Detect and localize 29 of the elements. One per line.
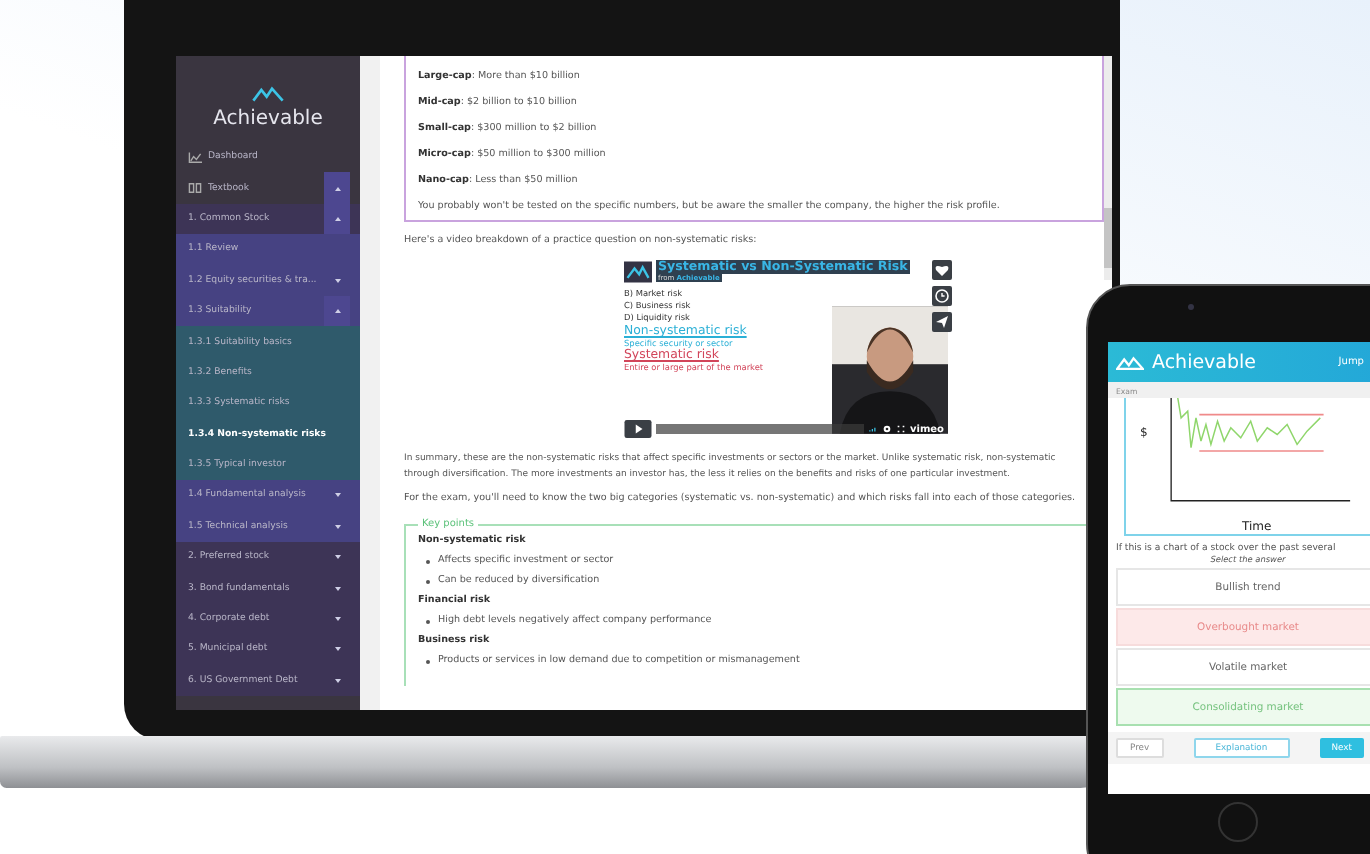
chevron-icon <box>333 277 341 284</box>
volume-icon[interactable] <box>867 424 878 434</box>
chevron-icon <box>333 554 341 561</box>
settings-icon[interactable] <box>881 424 892 434</box>
fullscreen-icon[interactable] <box>895 424 906 434</box>
brand-name: Achievable <box>213 108 323 130</box>
mountain-logo-icon <box>1116 353 1144 371</box>
chevron-icon <box>333 492 341 499</box>
clock-icon[interactable] <box>932 286 952 306</box>
chevron-icon <box>333 523 341 530</box>
brand-name: Achievable <box>1152 351 1259 373</box>
heart-icon[interactable] <box>932 260 952 280</box>
play-icon[interactable] <box>624 420 652 438</box>
chevron-icon <box>324 295 350 327</box>
progress-track[interactable] <box>656 424 864 434</box>
book-icon <box>188 182 202 195</box>
chevron-icon <box>333 677 341 684</box>
scrollbar[interactable] <box>1104 56 1112 280</box>
mountain-logo-icon <box>252 84 284 104</box>
video-player[interactable] <box>624 260 948 440</box>
chevron-icon <box>324 172 350 204</box>
chevron-icon <box>333 646 341 653</box>
chevron-icon <box>333 585 341 592</box>
send-icon[interactable] <box>932 312 952 332</box>
mountain-logo-icon <box>624 260 652 284</box>
chevron-icon <box>333 616 341 623</box>
chevron-icon <box>324 203 350 235</box>
chart-icon <box>188 151 202 164</box>
camera-icon <box>1188 304 1194 310</box>
